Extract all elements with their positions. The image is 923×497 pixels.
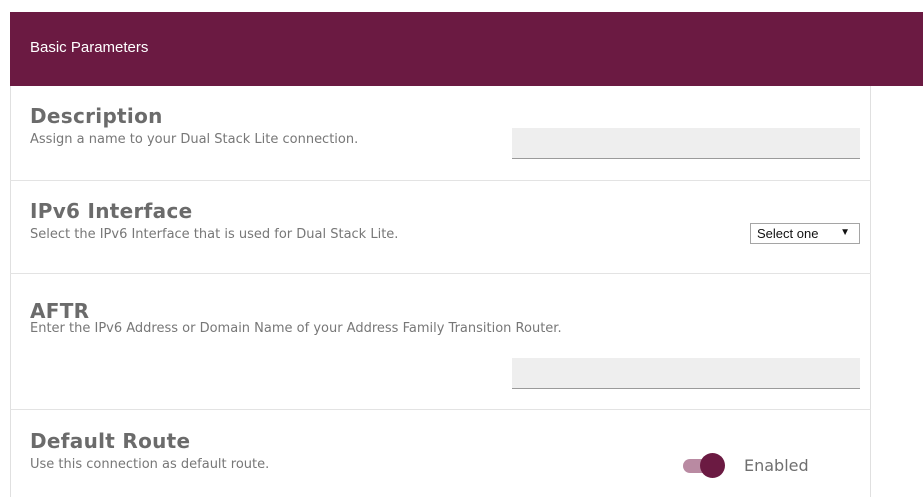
description-title: Description bbox=[30, 104, 163, 128]
dslite-basic-parameters-page: Basic Parameters Description Assign a na… bbox=[0, 0, 923, 497]
aftr-desc: Enter the IPv6 Address or Domain Name of… bbox=[30, 321, 562, 336]
aftr-input[interactable] bbox=[512, 358, 860, 389]
ipv6-interface-selected-value: Select one bbox=[757, 226, 819, 241]
default-route-state-label: Enabled bbox=[744, 456, 809, 475]
toggle-knob bbox=[700, 453, 725, 478]
default-route-title: Default Route bbox=[30, 429, 191, 453]
row-separator bbox=[10, 409, 871, 410]
default-route-desc: Use this connection as default route. bbox=[30, 457, 270, 472]
description-input[interactable] bbox=[512, 128, 860, 159]
row-separator bbox=[10, 180, 871, 181]
panel-header: Basic Parameters bbox=[10, 12, 923, 86]
ipv6-interface-select[interactable]: Select one ▼ bbox=[750, 223, 860, 244]
panel-title: Basic Parameters bbox=[30, 39, 149, 56]
description-desc: Assign a name to your Dual Stack Lite co… bbox=[30, 132, 359, 147]
ipv6-interface-desc: Select the IPv6 Interface that is used f… bbox=[30, 227, 399, 242]
row-separator bbox=[10, 273, 871, 274]
default-route-toggle[interactable] bbox=[683, 453, 725, 479]
ipv6-interface-title: IPv6 Interface bbox=[30, 199, 193, 223]
triangle-down-icon: ▼ bbox=[840, 227, 850, 238]
